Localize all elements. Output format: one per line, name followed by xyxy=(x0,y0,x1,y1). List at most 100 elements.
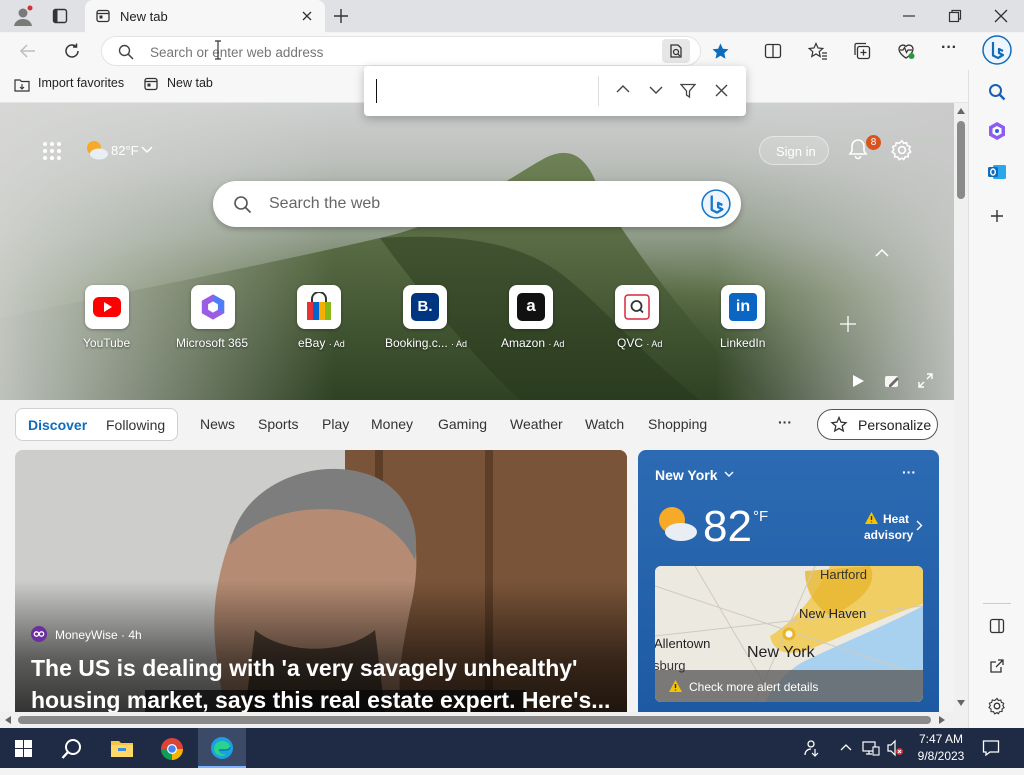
edge-sidebar xyxy=(968,70,1024,728)
profile-icon[interactable] xyxy=(12,5,34,27)
copilot-icon[interactable] xyxy=(982,35,1012,65)
taskbar-file-explorer[interactable] xyxy=(98,728,146,768)
quick-link-label: YouTube xyxy=(83,336,131,350)
feed-tab-watch[interactable]: Watch xyxy=(585,416,624,432)
add-quick-link-icon[interactable] xyxy=(838,314,858,334)
find-previous-chevron-up-icon[interactable] xyxy=(616,84,630,93)
find-on-page-button[interactable] xyxy=(662,39,690,63)
personalize-label: Personalize xyxy=(858,417,932,433)
expand-icon[interactable] xyxy=(918,373,933,388)
tab-new-tab[interactable]: New tab xyxy=(85,0,325,33)
sidebar-search-icon[interactable] xyxy=(988,83,1006,101)
find-filter-icon[interactable] xyxy=(680,83,696,99)
bing-chat-icon[interactable] xyxy=(700,188,732,220)
taskbar-clock-time[interactable]: 7:47 AM xyxy=(916,732,966,746)
notifications-button[interactable]: 8 xyxy=(847,135,881,166)
minimize-icon[interactable] xyxy=(902,10,916,22)
personalize-button[interactable]: Personalize xyxy=(817,409,938,440)
quick-link-microsoft-365[interactable] xyxy=(191,285,235,329)
sidebar-settings-icon[interactable] xyxy=(988,697,1006,715)
show-hidden-icons-chevron-up-icon[interactable] xyxy=(840,743,852,751)
new-tab-plus-icon[interactable] xyxy=(333,8,349,24)
address-bar[interactable] xyxy=(101,36,729,66)
quick-link-booking[interactable]: B. xyxy=(403,285,447,329)
discover-following-toggle: Discover Following xyxy=(15,408,178,441)
quick-link-amazon[interactable]: a xyxy=(509,285,553,329)
start-button[interactable] xyxy=(0,728,48,768)
apps-grid-icon[interactable] xyxy=(42,141,62,161)
weather-location[interactable]: New York xyxy=(655,467,718,483)
import-favorites-icon xyxy=(14,78,30,92)
alert-chevron-right-icon xyxy=(916,520,923,531)
taskbar-clock-date[interactable]: 9/8/2023 xyxy=(914,749,968,763)
sidebar-hide-icon[interactable] xyxy=(989,618,1005,634)
close-tab-icon[interactable] xyxy=(301,10,313,22)
feed-tab-money[interactable]: Money xyxy=(371,416,413,432)
action-center-icon[interactable] xyxy=(982,739,1000,757)
taskbar-edge[interactable] xyxy=(198,728,246,768)
find-input[interactable] xyxy=(376,79,598,103)
map-label-allentown: Allentown xyxy=(655,636,711,651)
quick-link-label: Microsoft 365 xyxy=(176,336,249,350)
web-search-box[interactable]: Search the web xyxy=(213,181,741,227)
feed-tab-sports[interactable]: Sports xyxy=(258,416,298,432)
people-icon[interactable] xyxy=(803,739,821,757)
horizontal-scrollbar[interactable] xyxy=(0,712,968,728)
find-close-icon[interactable] xyxy=(715,84,728,97)
weather-alert-map[interactable]: Hartford New Haven Allentown New York sb… xyxy=(655,566,923,702)
collections-icon[interactable] xyxy=(852,42,872,60)
feed-tab-weather[interactable]: Weather xyxy=(510,416,563,432)
close-window-icon[interactable] xyxy=(994,9,1008,23)
edit-background-icon[interactable] xyxy=(884,373,900,389)
check-alert-details-link[interactable]: Check more alert details xyxy=(689,680,818,694)
horizontal-scroll-thumb[interactable] xyxy=(18,716,931,724)
alert-subtitle[interactable]: advisory xyxy=(864,528,913,542)
sidebar-microsoft-365-icon[interactable] xyxy=(987,121,1007,141)
settings-and-more-icon[interactable]: ··· xyxy=(941,39,957,57)
taskbar-chrome[interactable] xyxy=(148,728,196,768)
quick-link-linkedin[interactable]: in xyxy=(721,285,765,329)
search-icon xyxy=(118,44,134,60)
split-screen-icon[interactable] xyxy=(764,42,782,60)
restore-icon[interactable] xyxy=(948,9,962,23)
article-card[interactable]: MoneyWise · 4h The US is dealing with 'a… xyxy=(15,450,627,712)
alert-title[interactable]: Heat xyxy=(883,512,909,526)
favorite-new-tab[interactable]: New tab xyxy=(167,76,213,90)
weather-more-icon[interactable]: ··· xyxy=(902,464,916,480)
feed-tab-shopping[interactable]: Shopping xyxy=(648,416,707,432)
web-search-placeholder: Search the web xyxy=(269,195,381,212)
sign-in-button[interactable]: Sign in xyxy=(759,136,829,165)
volume-muted-icon[interactable] xyxy=(886,739,904,757)
taskbar-search-button[interactable] xyxy=(48,728,96,768)
refresh-icon[interactable] xyxy=(63,42,81,60)
article-headline[interactable]: The US is dealing with 'a very savagely … xyxy=(31,652,621,712)
favorites-icon[interactable] xyxy=(808,42,828,60)
collapse-chevron-up-icon[interactable] xyxy=(875,248,889,258)
network-icon[interactable] xyxy=(862,740,880,756)
tab-discover[interactable]: Discover xyxy=(28,417,87,433)
play-background-icon[interactable] xyxy=(851,374,865,388)
title-bar: New tab xyxy=(0,0,1024,33)
file-explorer-icon xyxy=(111,741,133,757)
feed-tab-gaming[interactable]: Gaming xyxy=(438,416,487,432)
feed-tab-news[interactable]: News xyxy=(200,416,235,432)
sidebar-add-icon[interactable] xyxy=(989,208,1005,224)
feed-tab-play[interactable]: Play xyxy=(322,416,349,432)
quick-link-ebay[interactable] xyxy=(297,285,341,329)
vertical-scrollbar[interactable] xyxy=(954,103,968,712)
favorite-import-favorites[interactable]: Import favorites xyxy=(38,76,124,90)
tab-actions-icon[interactable] xyxy=(52,8,68,24)
browser-essentials-icon[interactable] xyxy=(896,41,916,61)
quick-link-qvc[interactable] xyxy=(615,285,659,329)
vertical-scroll-thumb[interactable] xyxy=(957,121,965,199)
page-settings-gear-icon[interactable] xyxy=(891,139,913,161)
feed-more-icon[interactable]: ··· xyxy=(778,414,792,430)
tab-following[interactable]: Following xyxy=(106,417,165,433)
find-divider xyxy=(598,76,599,106)
sidebar-open-external-icon[interactable] xyxy=(989,658,1005,674)
back-icon[interactable] xyxy=(19,42,37,60)
favorite-star-filled-icon[interactable] xyxy=(711,42,730,61)
sidebar-outlook-icon[interactable] xyxy=(987,162,1007,182)
find-next-chevron-down-icon[interactable] xyxy=(649,86,663,95)
quick-link-youtube[interactable] xyxy=(85,285,129,329)
